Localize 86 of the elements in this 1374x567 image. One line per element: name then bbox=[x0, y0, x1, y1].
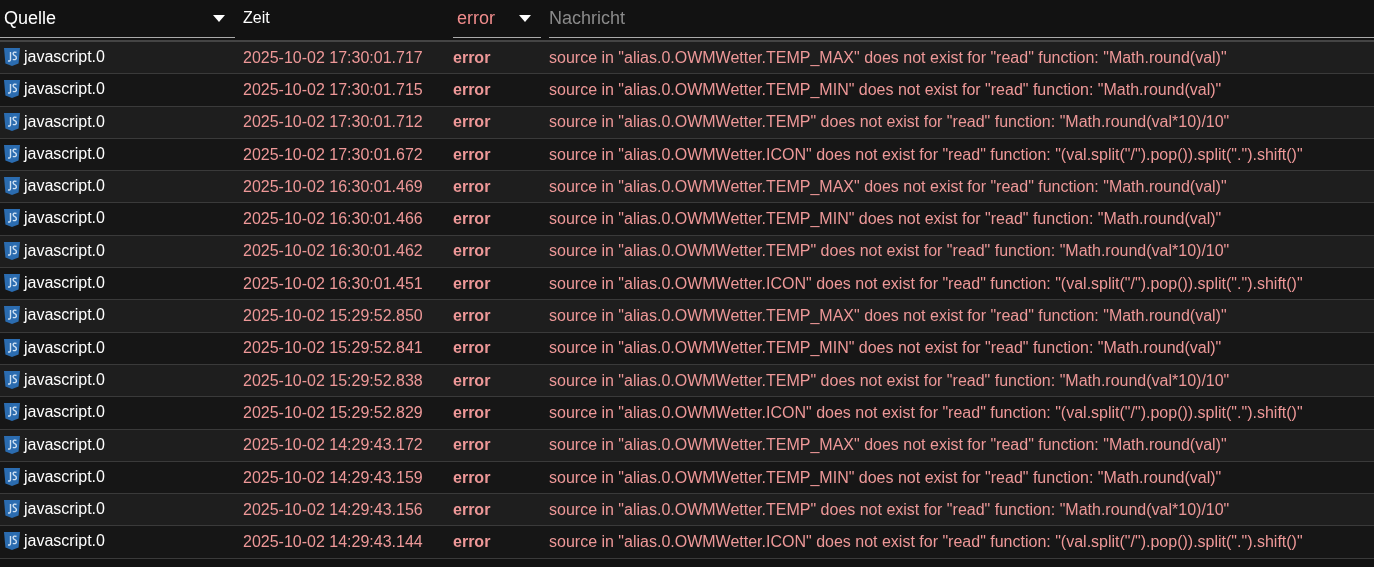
time-cell-text: 2025-10-02 16:30:01.462 bbox=[243, 242, 424, 261]
time-cell-text: 2025-10-02 17:30:01.717 bbox=[243, 48, 424, 67]
time-cell-text: 2025-10-02 14:29:43.159 bbox=[243, 468, 424, 487]
source-cell: javascript.0 bbox=[24, 500, 105, 519]
severity-cell-text: error bbox=[453, 436, 492, 455]
severity-cell-text: error bbox=[453, 403, 492, 422]
message-cell-text: source in "alias.0.OWMWetter.TEMP_MAX" does not exist for "read" function: "Math.round(val)" bbox=[549, 436, 1228, 455]
severity-cell-text: error bbox=[453, 500, 492, 519]
severity-cell-text: error bbox=[453, 80, 492, 99]
message-cell-text: source in "alias.0.OWMWetter.ICON" does not exist for "read" function: "(val.split("/").pop()).split(".").shift()" bbox=[549, 145, 1304, 164]
source-cell: javascript.0 bbox=[24, 403, 105, 422]
source-cell: javascript.0 bbox=[24, 370, 105, 389]
source-cell: javascript.0 bbox=[24, 144, 105, 163]
message-cell-text: source in "alias.0.OWMWetter.TEMP_MIN" does not exist for "read" function: "Math.round(val)" bbox=[549, 468, 1223, 487]
severity-cell-text: error bbox=[453, 533, 492, 552]
message-cell-text: source in "alias.0.OWMWetter.TEMP_MAX" does not exist for "read" function: "Math.round(val)" bbox=[549, 307, 1228, 325]
message-cell-text: source in "alias.0.OWMWetter.TEMP" does not exist for "read" function: "Math.round(val*10)/10" bbox=[549, 500, 1231, 519]
source-cell: javascript.0 bbox=[24, 241, 105, 260]
shield-icon bbox=[4, 403, 20, 422]
time-cell-text: 2025-10-02 15:29:52.841 bbox=[243, 339, 424, 358]
severity-cell-text: error bbox=[453, 113, 492, 132]
source-cell: javascript.0 bbox=[24, 209, 105, 228]
shield-icon bbox=[4, 306, 20, 325]
time-cell-text: 2025-10-02 14:29:43.144 bbox=[243, 533, 424, 552]
severity-cell-text: error bbox=[453, 468, 492, 487]
shield-icon bbox=[4, 112, 20, 131]
shield-icon bbox=[4, 144, 20, 163]
message-cell-text: source in "alias.0.OWMWetter.TEMP" does not exist for "read" function: "Math.round(val*10)/10" bbox=[549, 113, 1231, 132]
message-cell-text: source in "alias.0.OWMWetter.ICON" does not exist for "read" function: "(val.split("/").pop()).split(".").shift()" bbox=[549, 533, 1304, 552]
time-cell-text: 2025-10-02 15:29:52.829 bbox=[243, 403, 424, 422]
source-cell: javascript.0 bbox=[24, 112, 105, 131]
shield-icon bbox=[4, 241, 20, 260]
severity-cell-text: error bbox=[453, 242, 492, 261]
source-cell: javascript.0 bbox=[24, 48, 105, 66]
time-cell-text: 2025-10-02 15:29:52.838 bbox=[243, 371, 424, 390]
shield-icon bbox=[4, 48, 20, 66]
message-cell-text: source in "alias.0.OWMWetter.TEMP_MAX" does not exist for "read" function: "Math.round(val)" bbox=[549, 177, 1228, 196]
shield-icon bbox=[4, 370, 20, 389]
severity-cell-text: error bbox=[453, 371, 492, 390]
shield-icon bbox=[4, 500, 20, 519]
shield-icon bbox=[4, 177, 20, 196]
message-cell-text: source in "alias.0.OWMWetter.TEMP" does not exist for "read" function: "Math.round(val*10)/10" bbox=[549, 242, 1231, 261]
time-column-header: Zeit bbox=[243, 9, 270, 28]
time-cell-text: 2025-10-02 14:29:43.156 bbox=[243, 500, 424, 519]
time-cell-text: 2025-10-02 15:29:52.850 bbox=[243, 307, 424, 325]
shield-icon bbox=[4, 209, 20, 228]
severity-cell-text: error bbox=[453, 274, 492, 293]
dropdown-caret-icon bbox=[213, 15, 225, 22]
shield-icon bbox=[4, 467, 20, 486]
source-cell: javascript.0 bbox=[24, 467, 105, 486]
severity-filter-dropdown[interactable]: error bbox=[453, 0, 541, 38]
message-cell-text: source in "alias.0.OWMWetter.TEMP_MAX" does not exist for "read" function: "Math.round(val)" bbox=[549, 48, 1228, 67]
severity-cell-text: error bbox=[453, 145, 492, 164]
severity-cell-text: error bbox=[453, 48, 492, 67]
source-cell: javascript.0 bbox=[24, 435, 105, 454]
time-cell-text: 2025-10-02 17:30:01.715 bbox=[243, 80, 424, 99]
dropdown-caret-icon bbox=[519, 15, 531, 22]
source-cell: javascript.0 bbox=[24, 306, 105, 325]
shield-icon bbox=[4, 338, 20, 357]
time-cell-text: 2025-10-02 16:30:01.451 bbox=[243, 274, 424, 293]
time-cell-text: 2025-10-02 17:30:01.712 bbox=[243, 113, 424, 132]
message-cell-text: source in "alias.0.OWMWetter.ICON" does not exist for "read" function: "(val.split("/").pop()).split(".").shift()" bbox=[549, 403, 1304, 422]
message-cell-text: source in "alias.0.OWMWetter.TEMP" does not exist for "read" function: "Math.round(val*10)/10" bbox=[549, 371, 1231, 390]
severity-cell-text: error bbox=[453, 307, 492, 325]
shield-icon bbox=[4, 80, 20, 99]
source-cell: javascript.0 bbox=[24, 80, 105, 99]
message-cell-text: source in "alias.0.OWMWetter.TEMP_MIN" does not exist for "read" function: "Math.round(val)" bbox=[549, 210, 1223, 229]
source-cell: javascript.0 bbox=[24, 338, 105, 357]
message-cell-text: source in "alias.0.OWMWetter.TEMP_MIN" does not exist for "read" function: "Math.round(val)" bbox=[549, 339, 1223, 358]
time-cell-text: 2025-10-02 14:29:43.172 bbox=[243, 436, 424, 455]
shield-icon bbox=[4, 532, 20, 551]
source-filter-dropdown[interactable]: Quelle bbox=[0, 0, 235, 38]
source-cell: javascript.0 bbox=[24, 532, 105, 551]
severity-cell-text: error bbox=[453, 177, 492, 196]
source-cell: javascript.0 bbox=[24, 177, 105, 196]
severity-cell-text: error bbox=[453, 210, 492, 229]
shield-icon bbox=[4, 435, 20, 454]
message-cell-text: source in "alias.0.OWMWetter.TEMP_MIN" does not exist for "read" function: "Math.round(val)" bbox=[549, 80, 1223, 99]
message-cell-text: source in "alias.0.OWMWetter.ICON" does not exist for "read" function: "(val.split("/").pop()).split(".").shift()" bbox=[549, 274, 1304, 293]
time-cell-text: 2025-10-02 16:30:01.469 bbox=[243, 177, 424, 196]
message-filter-field[interactable]: Nachricht bbox=[549, 0, 1374, 38]
time-cell-text: 2025-10-02 16:30:01.466 bbox=[243, 210, 424, 229]
time-cell-text: 2025-10-02 17:30:01.672 bbox=[243, 145, 424, 164]
shield-icon bbox=[4, 274, 20, 293]
severity-cell-text: error bbox=[453, 339, 492, 358]
source-cell: javascript.0 bbox=[24, 274, 105, 293]
